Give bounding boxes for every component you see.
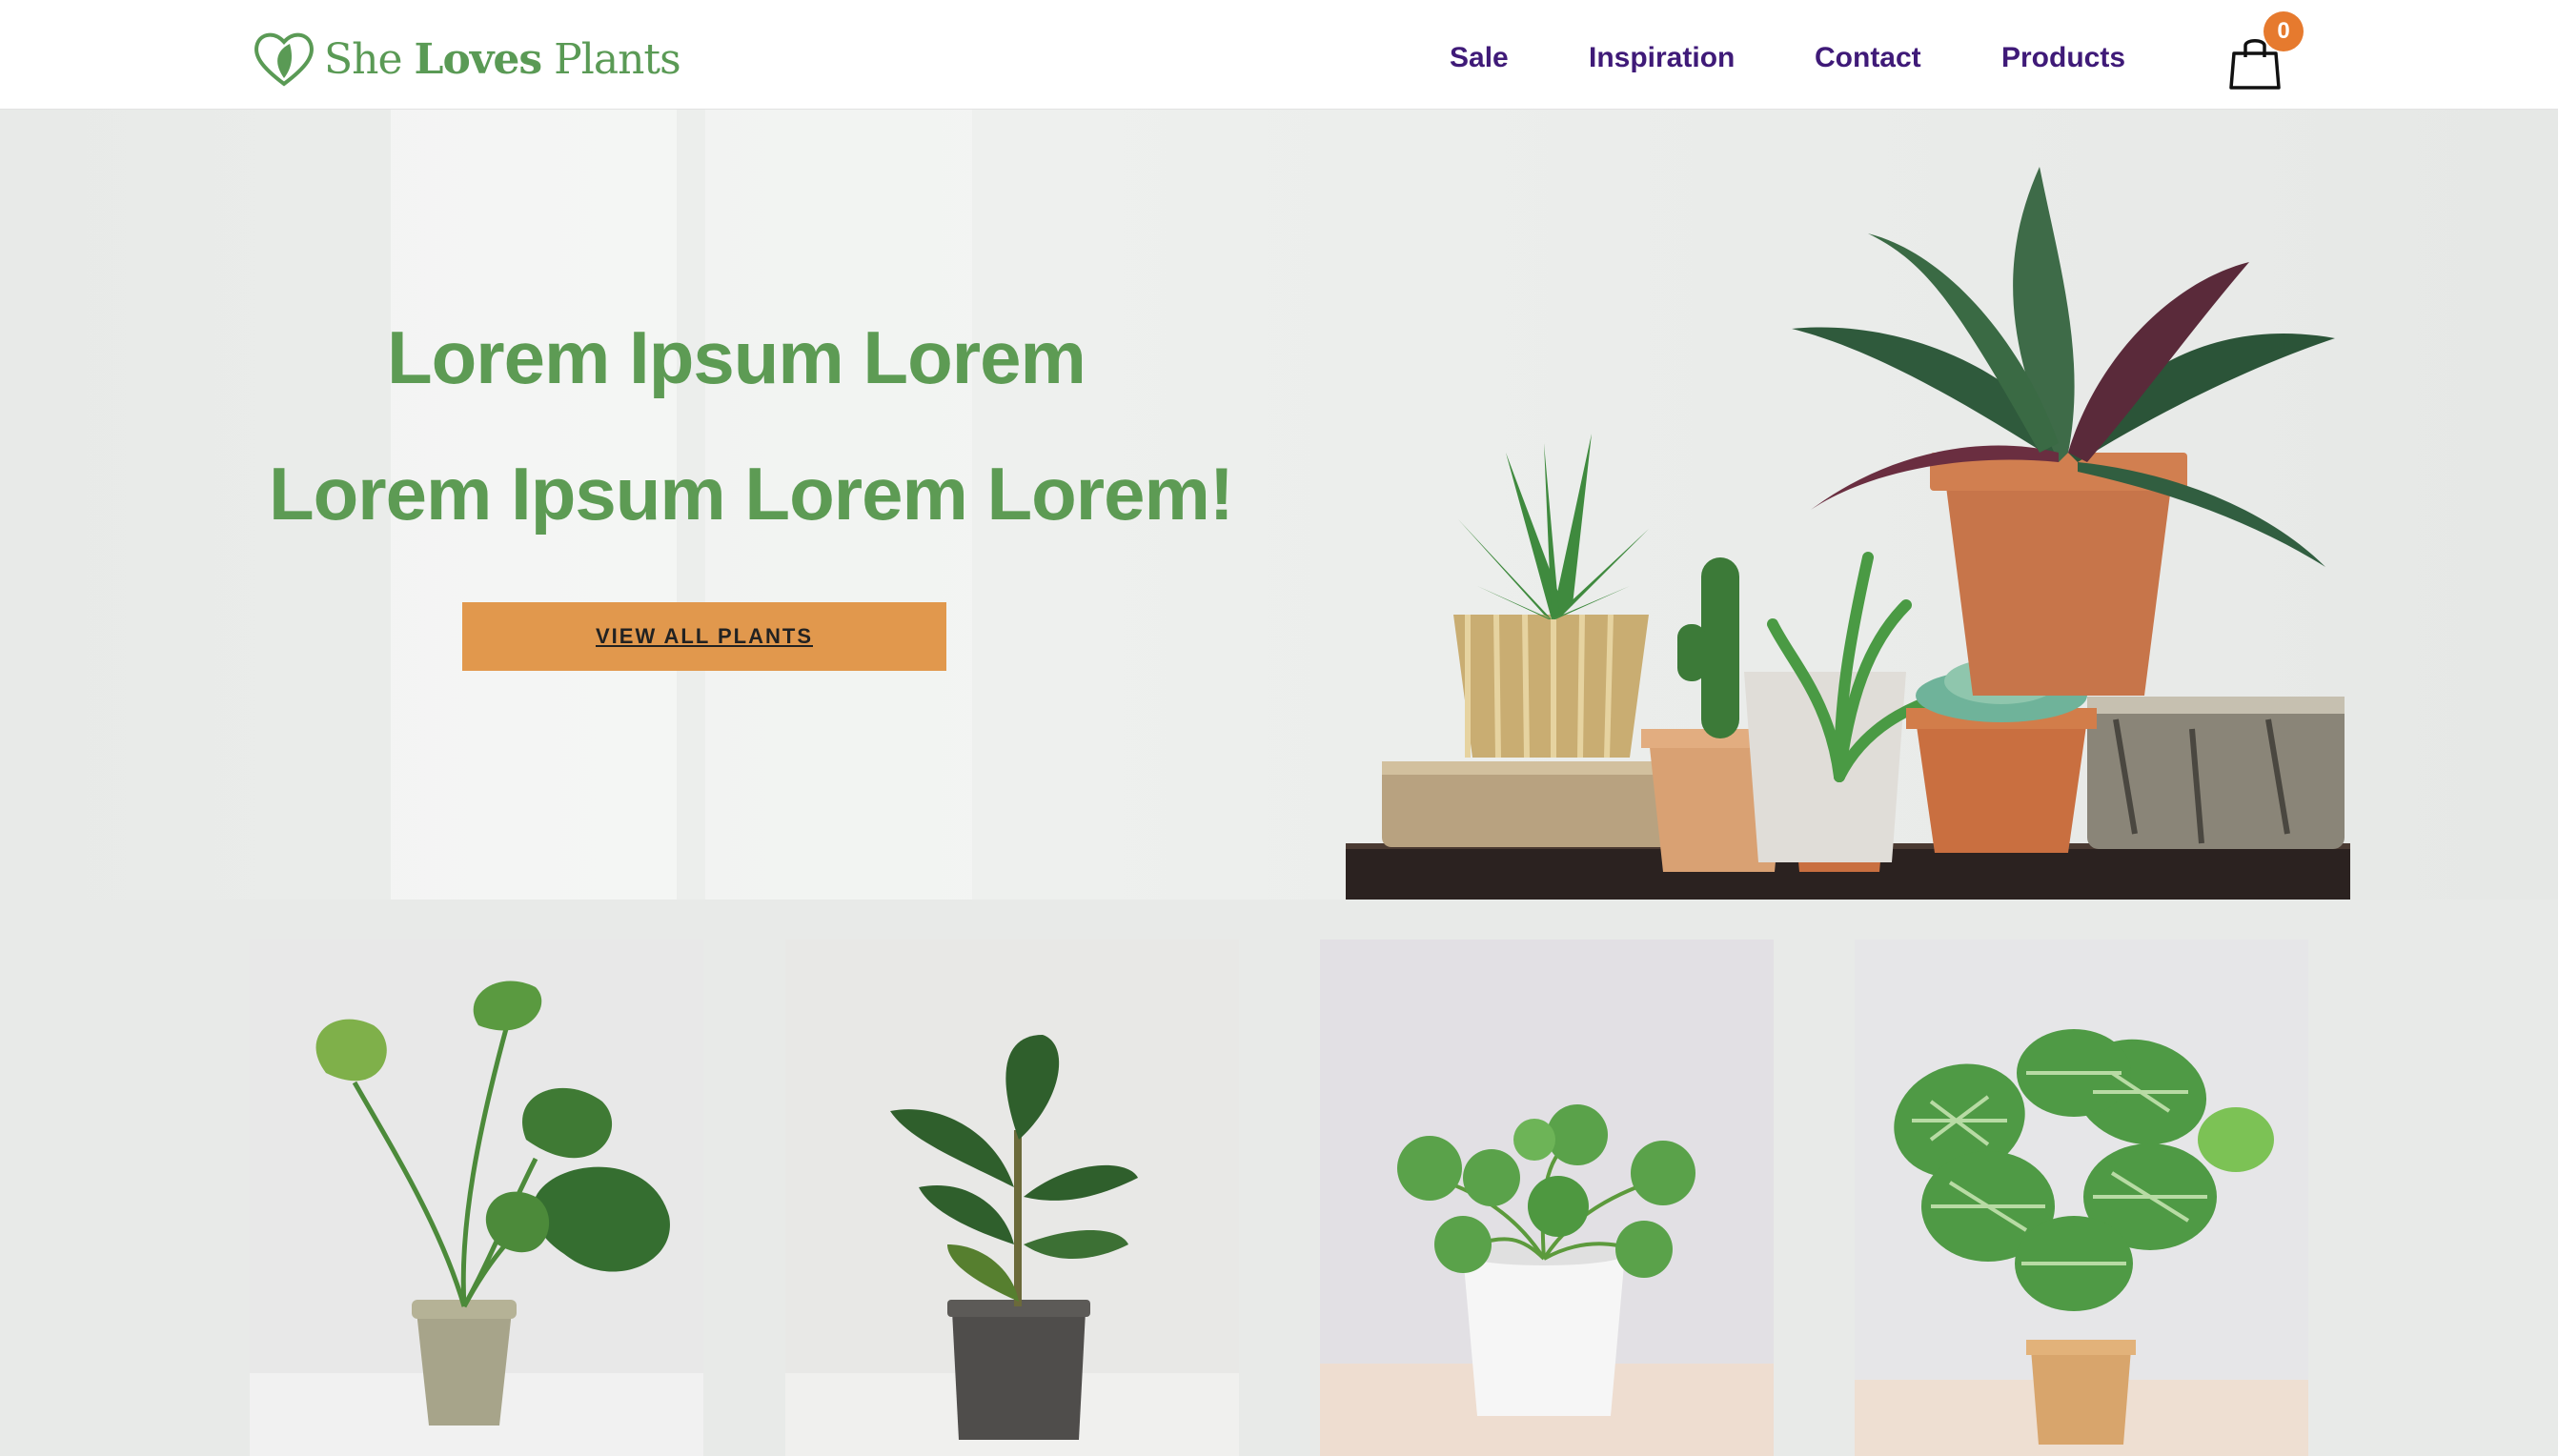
hero-subtitle: Lorem Ipsum Lorem Lorem!	[269, 452, 1234, 536]
product-grid	[0, 900, 2558, 1456]
fiddle-leaf-fig-plant-image	[785, 940, 1239, 1456]
hero-title: Lorem Ipsum Lorem	[387, 315, 1086, 399]
product-card[interactable]	[1855, 940, 2308, 1456]
product-card[interactable]	[785, 940, 1239, 1456]
nav-link-inspiration[interactable]: Inspiration	[1589, 42, 1735, 74]
product-card[interactable]	[250, 940, 703, 1456]
calathea-plant-image	[1855, 940, 2308, 1456]
pilea-plant-image	[1320, 940, 1774, 1456]
nav-link-contact[interactable]: Contact	[1815, 42, 1921, 74]
brand-name: She Loves Plants	[324, 34, 681, 84]
view-all-plants-button[interactable]: VIEW ALL PLANTS	[462, 602, 946, 671]
nav-link-sale[interactable]: Sale	[1450, 42, 1509, 74]
nav-link-products[interactable]: Products	[2001, 42, 2125, 74]
hero-plants-image	[1346, 167, 2350, 900]
brand-logo[interactable]: She Loves Plants	[252, 29, 681, 90]
cart-count-badge: 0	[2264, 11, 2304, 51]
heart-leaf-icon	[254, 32, 314, 87]
product-card[interactable]	[1320, 940, 1774, 1456]
monstera-plant-image	[250, 940, 703, 1456]
hero-banner: Lorem Ipsum Lorem Lorem Ipsum Lorem Lore…	[0, 110, 2558, 900]
site-header: She Loves Plants Sale Inspiration Contac…	[0, 0, 2558, 110]
